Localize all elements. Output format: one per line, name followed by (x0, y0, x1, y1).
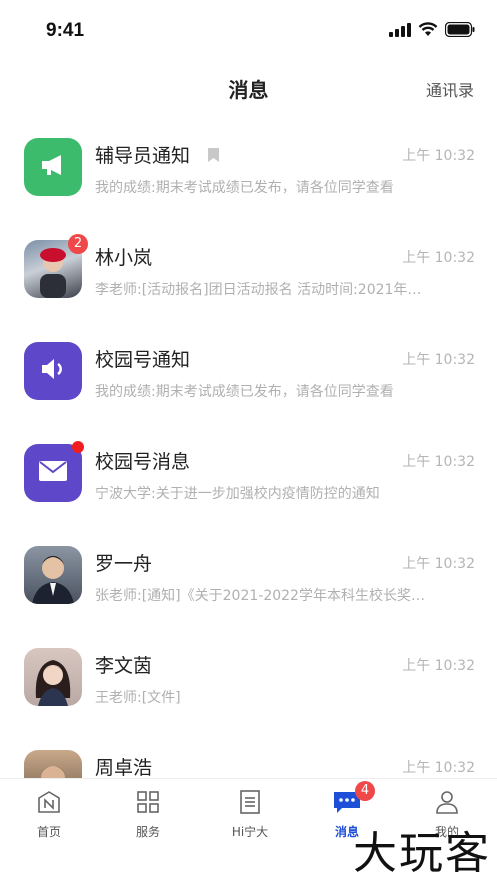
unread-dot (72, 441, 84, 453)
message-preview: 宁波大学:关于进一步加强校内疫情防控的通知 (95, 486, 380, 502)
tab-badge: 4 (355, 781, 375, 801)
message-time: 上午 10:32 (402, 454, 475, 470)
mail-icon (39, 461, 67, 485)
avatar: 2 (24, 234, 88, 298)
tab-label: Hi宁大 (231, 825, 269, 839)
message-preview: 我的成绩:期末考试成绩已发布，请各位同学查看 (95, 180, 394, 196)
bookmark-icon (208, 147, 219, 166)
message-time: 上午 10:32 (402, 760, 475, 776)
tab-label: 服务 (135, 825, 160, 839)
contacts-button[interactable]: 通讯录 (426, 77, 474, 101)
message-item[interactable]: 校园号通知 上午 10:32 我的成绩:期末考试成绩已发布，请各位同学查看 (0, 320, 497, 422)
sender-name: 周卓浩 (95, 757, 153, 779)
watermark: 大玩客 (353, 828, 491, 879)
sender-name: 罗一舟 (95, 553, 153, 575)
message-item[interactable]: 李文茵 上午 10:32 王老师:[文件] (0, 626, 497, 728)
document-icon (237, 790, 263, 819)
page-title: 消息 (228, 78, 269, 102)
message-time: 上午 10:32 (402, 148, 475, 164)
signal-icon (389, 22, 411, 41)
tab-hi[interactable]: Hi宁大 (210, 789, 290, 840)
avatar (24, 342, 82, 400)
message-preview: 张老师:[通知]《关于2021-2022学年本科生校长奖… (95, 588, 425, 604)
avatar (24, 546, 82, 604)
sender-name: 李文茵 (95, 655, 153, 677)
avatar (24, 138, 82, 196)
status-bar: 9:41 (0, 0, 497, 60)
grid-icon (135, 791, 161, 819)
message-time: 上午 10:32 (402, 556, 475, 572)
message-item[interactable]: 罗一舟 上午 10:32 张老师:[通知]《关于2021-2022学年本科生校长… (0, 524, 497, 626)
sender-name: 校园号通知 (95, 349, 191, 371)
message-item[interactable]: 辅导员通知 上午 10:32 我的成绩:期末考试成绩已发布，请各位同学查看 (0, 116, 497, 218)
tab-home[interactable]: 首页 (9, 789, 89, 840)
sender-name: 林小岚 (95, 247, 153, 269)
avatar (24, 648, 82, 706)
message-time: 上午 10:32 (402, 352, 475, 368)
message-preview: 李老师:[活动报名]团日活动报名 活动时间:2021年… (95, 282, 422, 298)
battery-icon (444, 21, 475, 41)
message-item[interactable]: 校园号消息 上午 10:32 宁波大学:关于进一步加强校内疫情防控的通知 (0, 422, 497, 524)
tab-label: 首页 (36, 825, 61, 839)
megaphone-icon (38, 152, 68, 182)
message-list: 辅导员通知 上午 10:32 我的成绩:期末考试成绩已发布，请各位同学查看 2 … (0, 116, 497, 830)
chat-icon: 4 (333, 781, 375, 819)
nav-bar: 消息 通讯录 (0, 68, 497, 108)
sender-name: 辅导员通知 (95, 145, 191, 167)
avatar (24, 441, 84, 502)
tab-services[interactable]: 服务 (108, 789, 188, 840)
wifi-icon (418, 22, 438, 41)
unread-badge: 2 (68, 234, 88, 254)
home-icon (36, 791, 62, 819)
message-preview: 我的成绩:期末考试成绩已发布，请各位同学查看 (95, 384, 394, 400)
message-item[interactable]: 2 林小岚 上午 10:32 李老师:[活动报名]团日活动报名 活动时间:202… (0, 218, 497, 320)
speaker-icon (40, 357, 66, 385)
message-preview: 王老师:[文件] (95, 690, 181, 706)
sender-name: 校园号消息 (95, 451, 191, 473)
message-time: 上午 10:32 (402, 250, 475, 266)
message-time: 上午 10:32 (402, 658, 475, 674)
